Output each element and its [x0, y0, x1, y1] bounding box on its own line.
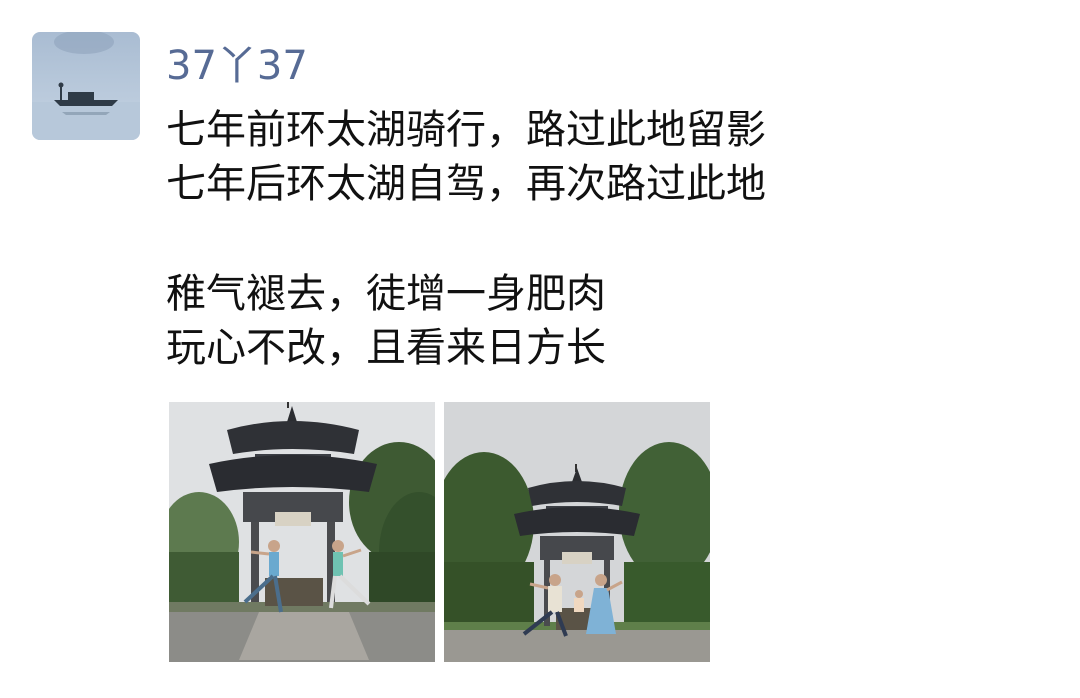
pavilion-photo-icon [169, 402, 435, 662]
lake-boat-icon [32, 32, 140, 140]
username[interactable]: 37丫37 [166, 40, 308, 92]
photo-1[interactable] [169, 402, 435, 662]
avatar[interactable] [32, 32, 140, 140]
post-text-line: 玩心不改，且看来日方长 [166, 325, 606, 371]
post-text-line: 稚气褪去，徒增一身肥肉 [166, 271, 606, 317]
pavilion-photo-icon [444, 402, 710, 662]
photo-2[interactable] [444, 402, 710, 662]
post-text: 七年前环太湖骑行，路过此地留影 七年后环太湖自驾，再次路过此地 稚气褪去，徒增一… [166, 103, 1046, 375]
post-text-line: 七年后环太湖自驾，再次路过此地 [166, 161, 766, 207]
post-text-line: 七年前环太湖骑行，路过此地留影 [166, 107, 766, 153]
moments-post: 37丫37 七年前环太湖骑行，路过此地留影 七年后环太湖自驾，再次路过此地 稚气… [0, 0, 1080, 698]
